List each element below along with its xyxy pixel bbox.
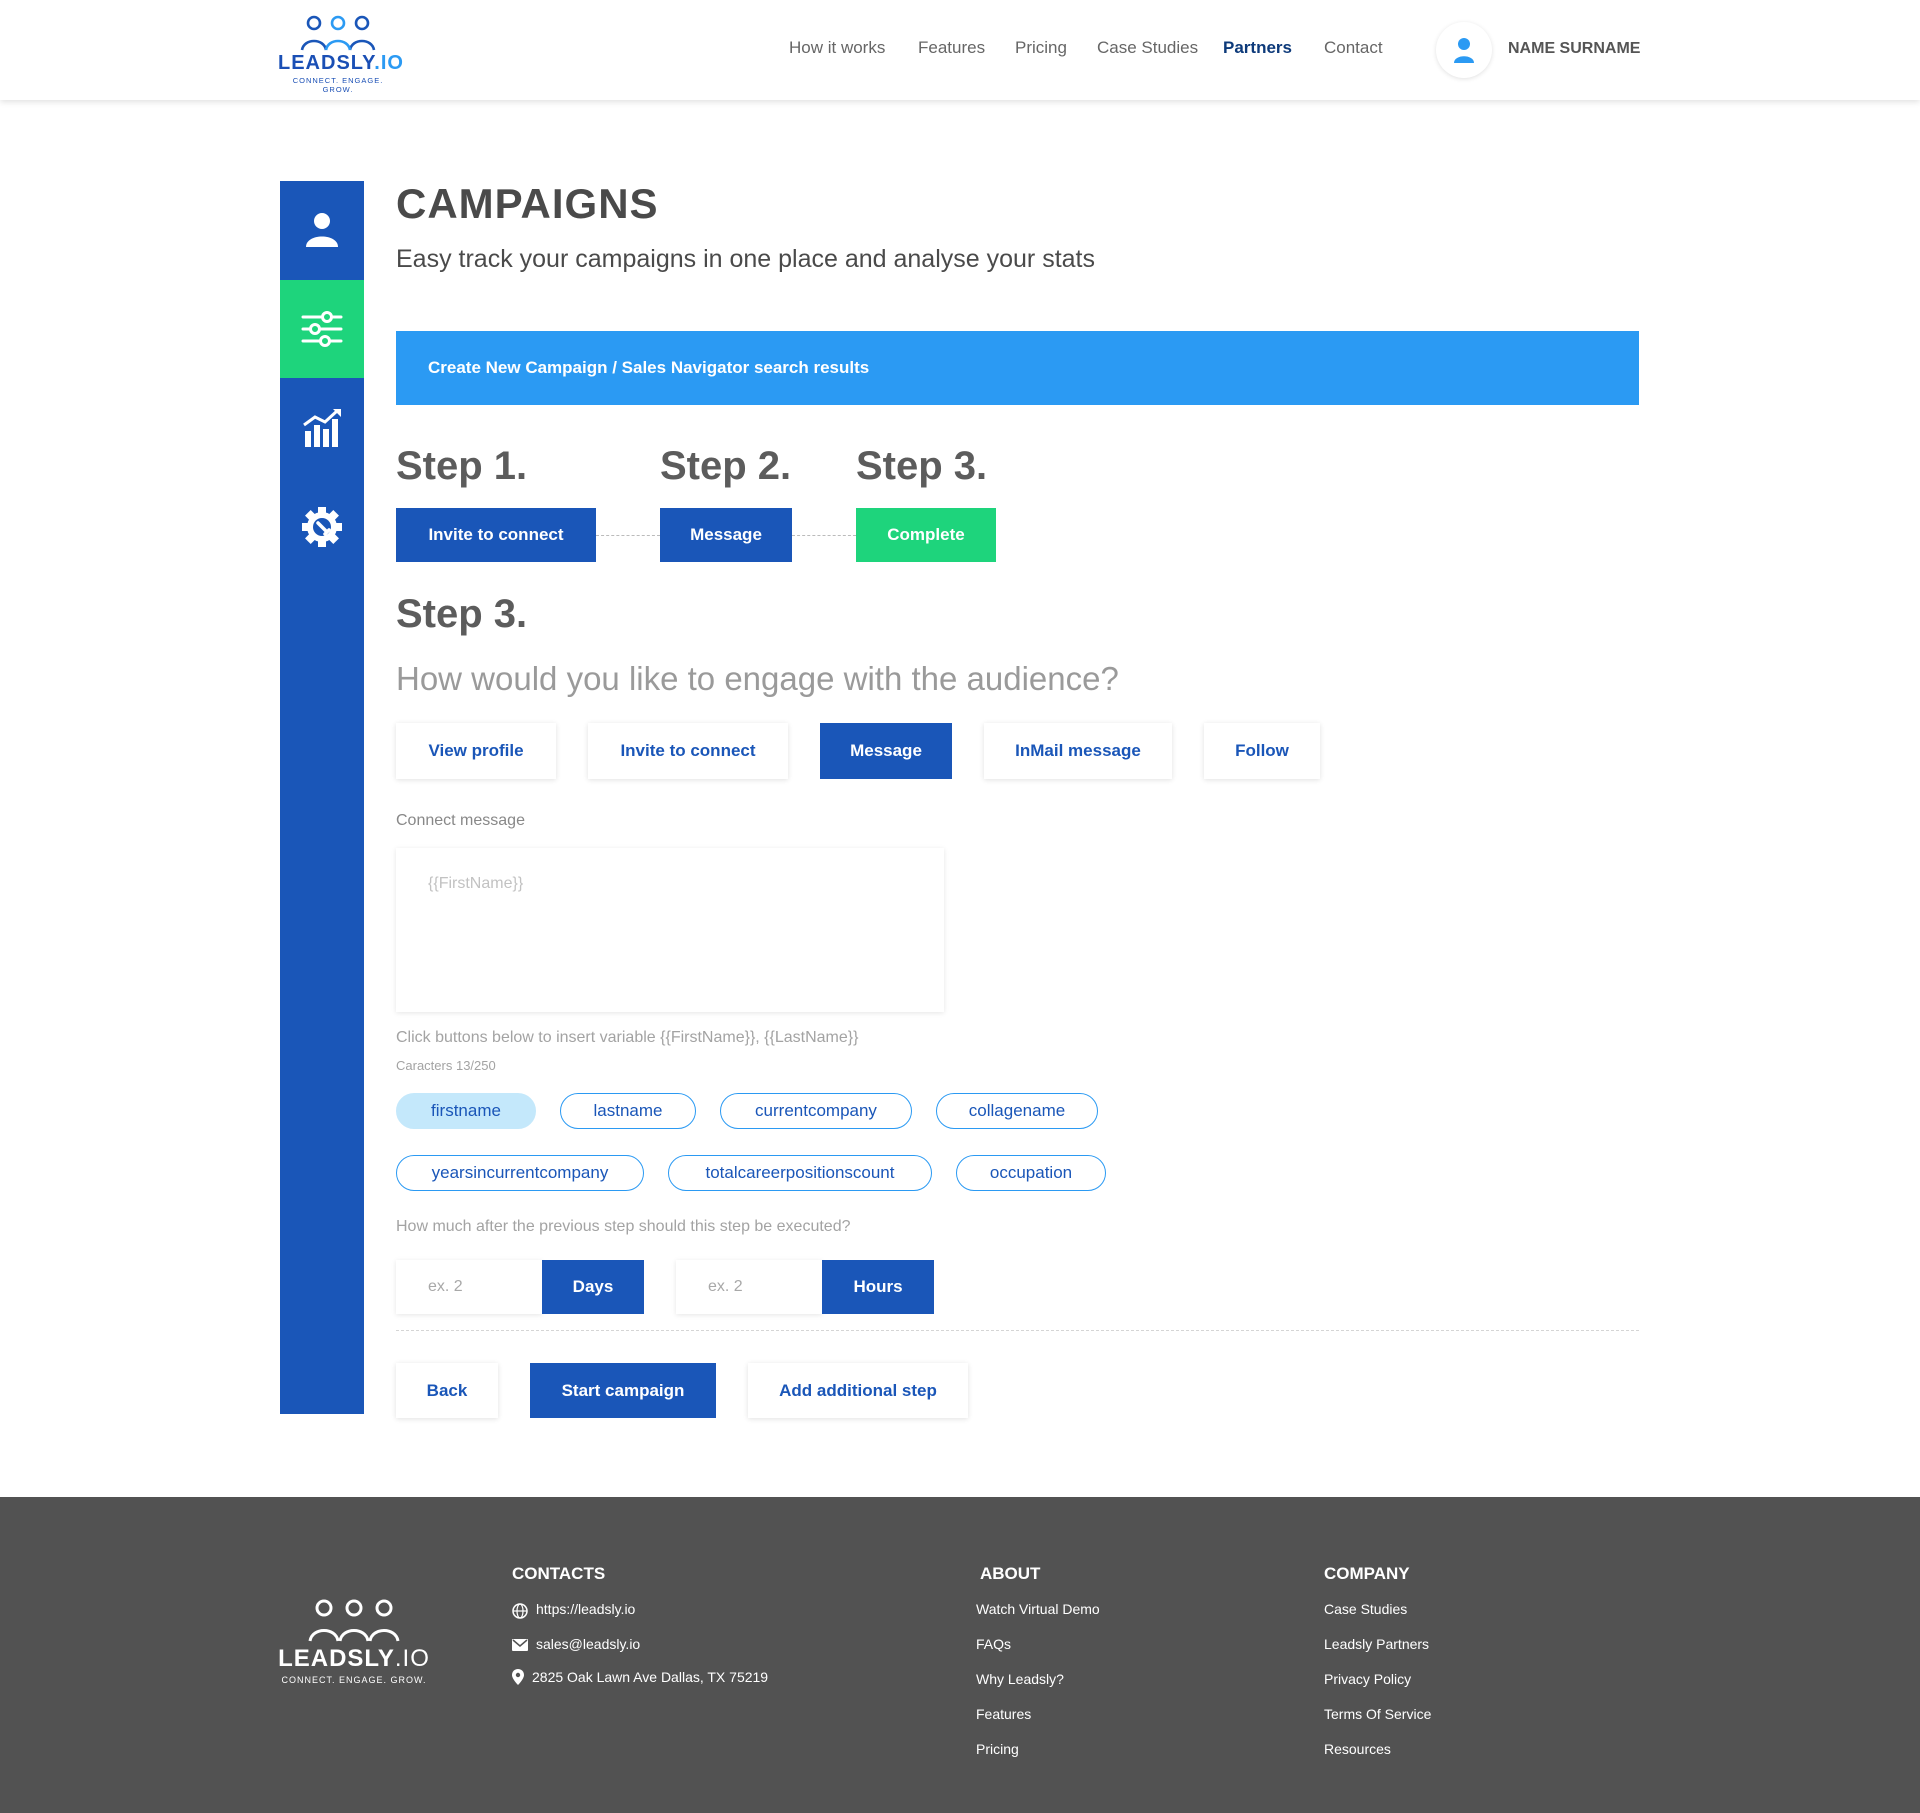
character-counter: Caracters 13/250 bbox=[396, 1058, 496, 1073]
logo-people-icon bbox=[300, 15, 376, 51]
banner-title: Create New Campaign / Sales Navigator se… bbox=[428, 358, 870, 377]
page-subtitle: Easy track your campaigns in one place a… bbox=[396, 245, 1095, 273]
section-divider bbox=[396, 1330, 1639, 1331]
footer-logo-wordmark: LEADSLY.IO bbox=[278, 1645, 430, 1672]
connect-message-textarea[interactable]: {{FirstName}} bbox=[396, 848, 944, 1012]
hours-button[interactable]: Hours bbox=[822, 1260, 934, 1314]
nav-partners[interactable]: Partners bbox=[1223, 38, 1292, 58]
step-3-label: Step 3. bbox=[856, 444, 988, 488]
variable-tag-occupation[interactable]: occupation bbox=[956, 1155, 1106, 1191]
sidebar-item-profile[interactable] bbox=[280, 181, 364, 279]
sidebar-item-campaigns[interactable] bbox=[280, 280, 364, 378]
variable-hint: Click buttons below to insert variable {… bbox=[396, 1029, 859, 1046]
user-name[interactable]: NAME SURNAME bbox=[1508, 40, 1640, 58]
footer-logo[interactable]: LEADSLY.IO CONNECT. ENGAGE. GROW. bbox=[278, 1597, 430, 1687]
option-follow[interactable]: Follow bbox=[1204, 723, 1320, 779]
step-3-button[interactable]: Complete bbox=[856, 508, 996, 562]
site-header: LEADSLY.IO CONNECT. ENGAGE. GROW. How it… bbox=[0, 0, 1920, 100]
hours-input[interactable]: ex. 2 bbox=[676, 1260, 822, 1314]
option-view-profile[interactable]: View profile bbox=[396, 723, 556, 779]
days-input[interactable]: ex. 2 bbox=[396, 1260, 542, 1314]
footer-email-link[interactable]: sales@leadsly.io bbox=[536, 1636, 640, 1652]
analytics-chart-icon bbox=[303, 409, 341, 447]
variable-tag-currentcompany[interactable]: currentcompany bbox=[720, 1093, 912, 1129]
footer-about-link[interactable]: FAQs bbox=[976, 1636, 1011, 1652]
days-placeholder: ex. 2 bbox=[428, 1278, 463, 1295]
variable-tag-lastname[interactable]: lastname bbox=[560, 1093, 696, 1129]
footer-company-heading: COMPANY bbox=[1324, 1564, 1410, 1583]
back-button[interactable]: Back bbox=[396, 1363, 498, 1418]
footer-about-link[interactable]: Features bbox=[976, 1706, 1031, 1722]
footer-website-link[interactable]: https://leadsly.io bbox=[536, 1601, 635, 1617]
footer-about-heading: ABOUT bbox=[980, 1564, 1041, 1583]
option-inmail-message[interactable]: InMail message bbox=[984, 723, 1172, 779]
footer-company-link[interactable]: Case Studies bbox=[1324, 1601, 1407, 1617]
connect-message-placeholder: {{FirstName}} bbox=[428, 875, 524, 892]
footer-about-link[interactable]: Watch Virtual Demo bbox=[976, 1601, 1100, 1617]
location-pin-icon bbox=[512, 1669, 524, 1685]
delay-question: How much after the previous step should … bbox=[396, 1218, 851, 1235]
current-step-heading: Step 3. bbox=[396, 592, 528, 636]
days-button[interactable]: Days bbox=[542, 1260, 644, 1314]
step-1-label: Step 1. bbox=[396, 444, 528, 488]
variable-tag-collagename[interactable]: collagename bbox=[936, 1093, 1098, 1129]
sidebar-item-analytics[interactable] bbox=[280, 379, 364, 477]
footer-company-link[interactable]: Privacy Policy bbox=[1324, 1671, 1411, 1687]
sidebar bbox=[280, 181, 364, 1414]
variable-tag-totalcareerpositionscount[interactable]: totalcareerpositionscount bbox=[668, 1155, 932, 1191]
step-2-label: Step 2. bbox=[660, 444, 792, 488]
logo-people-icon bbox=[308, 1599, 400, 1642]
footer-contacts-heading: CONTACTS bbox=[512, 1564, 606, 1583]
add-additional-step-button[interactable]: Add additional step bbox=[748, 1363, 968, 1418]
settings-gear-icon bbox=[302, 507, 342, 547]
footer-company-link[interactable]: Terms Of Service bbox=[1324, 1706, 1431, 1722]
nav-how-it-works[interactable]: How it works bbox=[789, 38, 885, 58]
sliders-icon bbox=[301, 311, 343, 347]
nav-features[interactable]: Features bbox=[918, 38, 985, 58]
step-1-button[interactable]: Invite to connect bbox=[396, 508, 596, 562]
footer-about-link[interactable]: Why Leadsly? bbox=[976, 1671, 1064, 1687]
footer-address: 2825 Oak Lawn Ave Dallas, TX 75219 bbox=[532, 1669, 769, 1685]
nav-contact[interactable]: Contact bbox=[1324, 38, 1383, 58]
step-connector bbox=[792, 535, 856, 536]
connect-message-label: Connect message bbox=[396, 812, 525, 829]
user-avatar[interactable] bbox=[1436, 22, 1492, 78]
footer-company-link[interactable]: Leadsly Partners bbox=[1324, 1636, 1429, 1652]
nav-pricing[interactable]: Pricing bbox=[1015, 38, 1067, 58]
sidebar-item-settings[interactable] bbox=[280, 478, 364, 576]
globe-icon bbox=[512, 1603, 528, 1619]
mail-icon bbox=[512, 1639, 528, 1651]
footer-logo-tagline: CONNECT. ENGAGE. GROW. bbox=[281, 1675, 427, 1685]
variable-tag-yearsincurrentcompany[interactable]: yearsincurrentcompany bbox=[396, 1155, 644, 1191]
campaign-banner: Create New Campaign / Sales Navigator se… bbox=[396, 331, 1639, 405]
option-message[interactable]: Message bbox=[820, 723, 952, 779]
leadsly-logo[interactable]: LEADSLY.IO CONNECT. ENGAGE. GROW. bbox=[278, 14, 404, 94]
variable-tag-firstname[interactable]: firstname bbox=[396, 1093, 536, 1129]
step-connector bbox=[596, 535, 660, 536]
user-icon bbox=[306, 213, 338, 247]
logo-wordmark: LEADSLY.IO bbox=[278, 52, 404, 74]
step-2-button[interactable]: Message bbox=[660, 508, 792, 562]
user-icon bbox=[1454, 38, 1474, 63]
nav-case-studies[interactable]: Case Studies bbox=[1097, 38, 1198, 58]
engage-question: How would you like to engage with the au… bbox=[396, 660, 1119, 697]
footer-company-link[interactable]: Resources bbox=[1324, 1741, 1391, 1757]
site-footer: LEADSLY.IO CONNECT. ENGAGE. GROW. CONTAC… bbox=[0, 1497, 1920, 1813]
logo-tagline: CONNECT. ENGAGE. GROW. bbox=[292, 76, 384, 94]
page-title: CAMPAIGNS bbox=[396, 180, 659, 227]
start-campaign-button[interactable]: Start campaign bbox=[530, 1363, 716, 1418]
footer-about-link[interactable]: Pricing bbox=[976, 1741, 1019, 1757]
option-invite-to-connect[interactable]: Invite to connect bbox=[588, 723, 788, 779]
hours-placeholder: ex. 2 bbox=[708, 1278, 743, 1295]
